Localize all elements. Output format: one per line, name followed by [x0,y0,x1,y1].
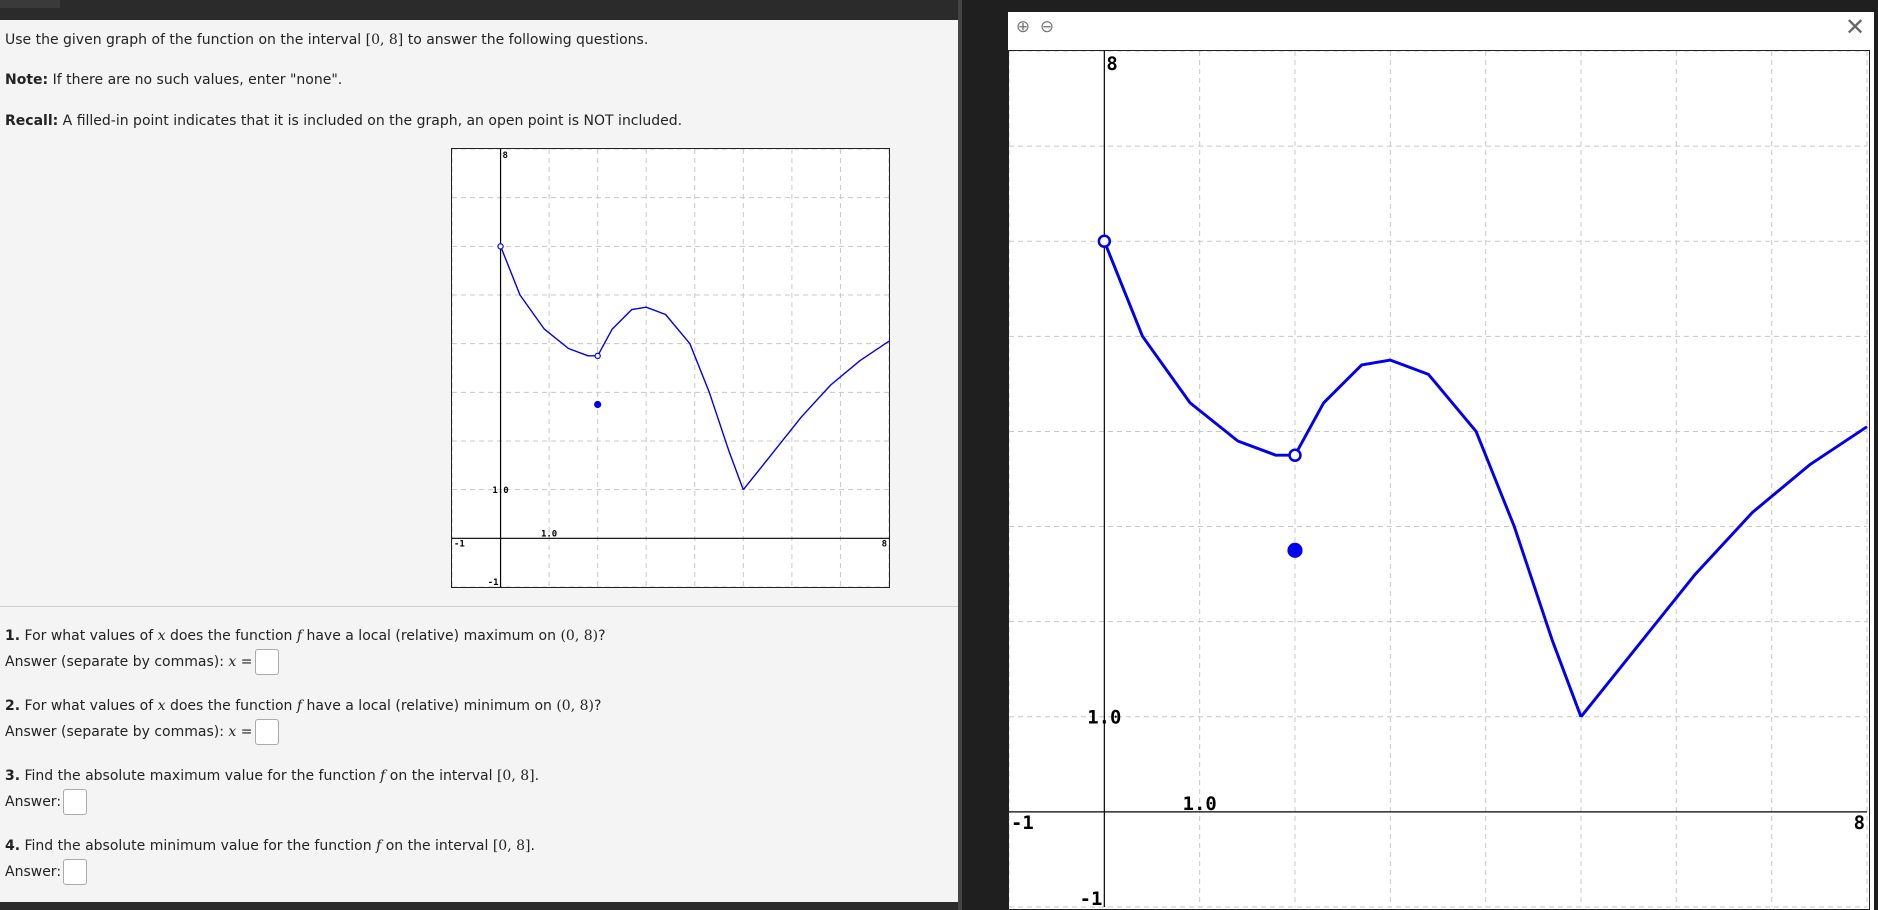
open-point [1097,234,1112,248]
tick-label-y-max: 8 [503,151,508,161]
intro-text: Use the given graph of the function on t… [5,32,366,48]
tick-label-x-one: 1.0 [1183,793,1217,815]
q4-end: . [530,838,535,854]
q4-text-a: Find the absolute minimum value for the … [20,838,377,854]
question-2: 2. For what values of x does the functio… [5,698,601,745]
q2-var: x [157,698,166,714]
q2-answer-input[interactable] [254,719,279,745]
open-point [497,243,504,250]
q1-text-b: does the function [165,628,297,644]
note-line: Note: If there are no such values, enter… [5,72,342,88]
q4-interval: [0, 8] [492,838,531,854]
q4-number: 4. [5,838,21,854]
tick-label-x-max: 8 [1854,812,1865,834]
q2-end: ? [593,698,602,714]
tick-label-x-max: 8 [882,539,887,549]
q4-answer-label: Answer: [5,864,62,880]
note-label: Note: [5,72,49,88]
q2-answer-label: Answer (separate by commas): [5,724,229,740]
q3-text-b: on the interval [385,768,497,784]
tick-label-y-min: -1 [488,578,499,588]
function-curve [597,306,744,490]
q1-number: 1. [5,628,21,644]
q1-text-a: For what values of [20,628,158,644]
q2-text-b: does the function [165,698,297,714]
close-icon[interactable]: ✕ [1842,14,1868,40]
recall-text: A filled-in point indicates that it is i… [58,113,683,129]
tick-label-x-min: -1 [454,539,465,549]
q1-end: ? [598,628,606,644]
q2-number: 2. [5,698,21,714]
question-pane: Use the given graph of the function on t… [0,20,958,902]
function-graph-enlarged: -1 8 8 -1 1.0 1.0 [1008,50,1870,910]
tick-label-y-min: -1 [1080,888,1103,909]
q1-answer-input[interactable] [254,649,279,675]
q1-text-c: have a local (relative) maximum on [302,628,561,644]
q3-answer-label: Answer: [5,794,62,810]
tick-label-x-one: 1.0 [541,529,557,539]
open-point [594,352,601,360]
q1-answer-eq: = [236,654,253,670]
q3-number: 3. [5,768,21,784]
function-curve [742,340,889,491]
function-curve [1579,425,1868,718]
q2-text-a: For what values of [20,698,158,714]
zoom-out-icon[interactable]: ⊖ [1036,16,1058,38]
intro-interval: [0, 8] [365,32,404,48]
tick-label-y-one: 1.0 [492,486,508,496]
image-viewer: ⊕ ⊖ ✕ -1 8 8 -1 1.0 1.0 [1008,12,1874,910]
q3-interval: [0, 8] [496,768,535,784]
function-curve [1293,358,1583,718]
function-graph-thumbnail[interactable]: -1 8 8 -1 1.0 1.0 [451,148,890,588]
q2-answer-eq: = [236,724,253,740]
q2-text-c: have a local (relative) minimum on [302,698,557,714]
tick-label-y-max: 8 [1106,53,1117,75]
graph-svg-large: -1 8 8 -1 1.0 1.0 [1009,51,1868,909]
q2-interval: (0, 8) [556,698,594,714]
question-4: 4. Find the absolute minimum value for t… [5,838,535,885]
open-point [1288,448,1302,462]
q4-answer-input[interactable] [63,859,88,885]
top-bar [0,0,958,20]
intro-text-end: to answer the following questions. [403,32,649,48]
q4-text-b: on the interval [381,838,493,854]
recall-line: Recall: A filled-in point indicates that… [5,113,682,129]
question-1: 1. For what values of x does the functio… [5,628,606,675]
filled-point [1287,542,1303,558]
q3-text-a: Find the absolute maximum value for the … [20,768,381,784]
tick-label-y-one: 1.0 [1087,706,1121,728]
q1-interval: (0, 8) [560,628,599,644]
q1-var: x [157,628,166,644]
browser-tab[interactable] [0,0,60,8]
viewer-toolbar: ⊕ ⊖ ✕ [1008,12,1874,46]
q3-answer-input[interactable] [63,789,88,815]
tick-label-x-min: -1 [1011,812,1034,834]
section-divider [0,606,958,607]
note-text: If there are no such values, enter "none… [48,72,343,88]
recall-label: Recall: [5,113,59,129]
graph-svg-small: -1 8 8 -1 1.0 1.0 [452,149,889,588]
zoom-in-icon[interactable]: ⊕ [1012,16,1034,38]
intro-line: Use the given graph of the function on t… [5,32,648,48]
question-3: 3. Find the absolute maximum value for t… [5,768,539,815]
filled-point [594,400,602,409]
q1-answer-label: Answer (separate by commas): [5,654,229,670]
q3-end: . [534,768,540,784]
